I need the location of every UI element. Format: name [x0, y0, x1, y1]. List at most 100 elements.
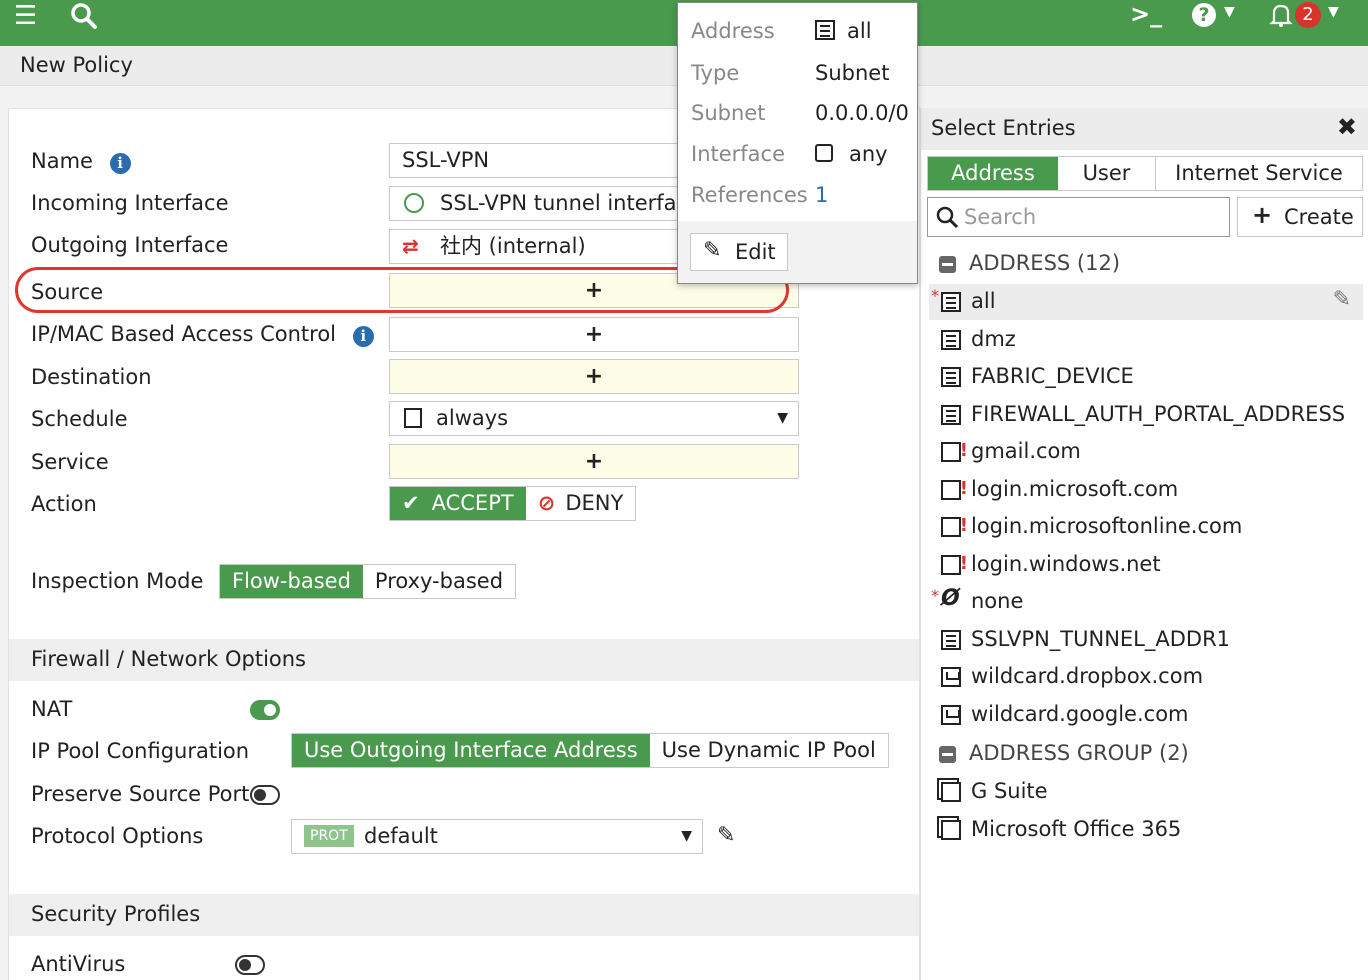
address-list-item[interactable]: FIREWALL_AUTH_PORTAL_ADDRESS — [929, 397, 1363, 433]
search-input[interactable]: Search — [927, 197, 1230, 237]
address-list-item-label: login.windows.net — [971, 551, 1161, 576]
popup-subnet-key: Subnet — [691, 101, 766, 125]
info-icon[interactable]: i — [109, 153, 131, 174]
tab-user[interactable]: User — [1058, 157, 1156, 190]
ip-pool-toggle: Use Outgoing Interface Address Use Dynam… — [291, 733, 889, 768]
deny-button[interactable]: ⊘ DENY — [526, 487, 636, 520]
schedule-label: Schedule — [31, 407, 128, 431]
pencil-icon: ✎ — [703, 238, 722, 263]
service-field[interactable]: + — [389, 444, 799, 479]
required-marker: * — [931, 586, 939, 605]
close-icon[interactable]: ✖ — [1337, 113, 1357, 141]
pencil-icon[interactable]: ✎ — [717, 823, 735, 848]
address-group-list-item[interactable]: G Suite — [929, 774, 1363, 810]
add-icon: + — [584, 322, 604, 347]
popup-references-key: References — [691, 183, 808, 207]
popup-address-key: Address — [691, 19, 775, 43]
entry-type-tabs: Address User Internet Service — [927, 156, 1363, 191]
accept-button[interactable]: ✔ ACCEPT — [390, 487, 526, 520]
proxy-based-button[interactable]: Proxy-based — [363, 565, 515, 598]
address-group-group-header[interactable]: ADDRESS GROUP (2) — [929, 736, 1363, 772]
select-entries-header: Select Entries ✖ — [921, 108, 1368, 150]
bell-icon[interactable] — [1268, 2, 1296, 30]
add-icon: + — [584, 449, 604, 474]
antivirus-label: AntiVirus — [31, 952, 126, 976]
wildcard-icon — [941, 704, 961, 725]
address-list-item-label: login.microsoft.com — [971, 476, 1179, 501]
tab-internet-service[interactable]: Internet Service — [1156, 157, 1362, 190]
address-list-item-label: wildcard.google.com — [971, 701, 1189, 726]
plus-icon: + — [1252, 201, 1273, 229]
pencil-icon[interactable]: ✎ — [1333, 287, 1351, 312]
use-dynamic-button[interactable]: Use Dynamic IP Pool — [650, 734, 888, 767]
chevron-down-icon[interactable]: ▼ — [1224, 4, 1235, 20]
address-group-list-item[interactable]: Microsoft Office 365 — [929, 812, 1363, 848]
popup-references-link[interactable]: 1 — [815, 183, 828, 207]
schedule-select[interactable]: always ▼ — [389, 401, 799, 436]
address-list-item-label: none — [971, 589, 1024, 613]
wildcard-icon — [941, 667, 961, 687]
protocol-options-value: default — [364, 824, 438, 848]
edit-button[interactable]: ✎ Edit — [690, 233, 788, 271]
address-group-list-item-label: Microsoft Office 365 — [971, 817, 1182, 841]
prot-badge: PROT — [304, 825, 354, 847]
address-list-item-label: wildcard.dropbox.com — [971, 664, 1204, 688]
ip-pool-label: IP Pool Configuration — [31, 739, 250, 763]
address-list-item[interactable]: * Ønone — [929, 584, 1363, 620]
address-list-item[interactable]: login.microsoft.com — [929, 472, 1363, 508]
deny-icon: ⊘ — [537, 491, 556, 515]
address-list-item[interactable]: login.windows.net — [929, 547, 1363, 583]
address-list-item[interactable]: dmz — [929, 322, 1363, 358]
protocol-options-label: Protocol Options — [31, 824, 204, 848]
antivirus-toggle[interactable] — [235, 955, 265, 975]
security-profiles-header: Security Profiles — [9, 894, 919, 936]
popup-subnet-value: 0.0.0.0/0 — [815, 101, 909, 125]
address-list-item[interactable]: gmail.com — [929, 434, 1363, 470]
help-icon[interactable]: ? — [1192, 3, 1216, 27]
popup-type-key: Type — [691, 61, 740, 85]
address-list-item[interactable]: * all ✎ — [929, 284, 1363, 320]
outgoing-interface-value: 社内 (internal) — [440, 234, 586, 258]
group-icon — [941, 782, 961, 802]
ipmac-field[interactable]: + — [389, 317, 799, 352]
add-icon: + — [584, 364, 604, 389]
shuffle-icon: ⇄ — [402, 234, 419, 258]
address-list-item[interactable]: FABRIC_DEVICE — [929, 359, 1363, 395]
interface-icon — [815, 144, 833, 162]
create-button[interactable]: + Create — [1237, 197, 1363, 237]
address-list-item-label: SSLVPN_TUNNEL_ADDR1 — [971, 626, 1231, 651]
calendar-icon — [404, 408, 422, 428]
flow-based-button[interactable]: Flow-based — [220, 565, 363, 598]
use-outgoing-button[interactable]: Use Outgoing Interface Address — [292, 734, 650, 767]
collapse-icon — [939, 746, 956, 763]
address-group-header[interactable]: ADDRESS (12) — [929, 246, 1363, 282]
highlight-outline — [15, 267, 789, 313]
nat-toggle[interactable] — [250, 700, 280, 720]
service-label: Service — [31, 450, 109, 474]
address-list-item[interactable]: login.microsoftonline.com — [929, 509, 1363, 545]
popup-interface-value: any — [815, 142, 888, 166]
address-list-item[interactable]: wildcard.google.com — [929, 697, 1363, 733]
address-icon — [941, 292, 961, 312]
tab-address[interactable]: Address — [928, 157, 1058, 190]
terminal-icon[interactable]: >_ — [1130, 0, 1162, 28]
preserve-port-toggle[interactable] — [250, 785, 280, 805]
info-icon[interactable]: i — [352, 326, 374, 347]
incoming-interface-value: SSL-VPN tunnel interface — [440, 191, 702, 215]
search-icon[interactable] — [70, 2, 100, 30]
popup-address-value: all — [815, 19, 872, 43]
destination-field[interactable]: + — [389, 359, 799, 394]
address-list-item[interactable]: SSLVPN_TUNNEL_ADDR1 — [929, 622, 1363, 658]
chevron-down-icon[interactable]: ▼ — [1328, 4, 1339, 20]
inspection-mode-label: Inspection Mode — [31, 569, 204, 593]
incoming-interface-label: Incoming Interface — [31, 191, 229, 215]
tunnel-icon — [404, 193, 424, 213]
page-title: New Policy — [20, 53, 133, 77]
address-list-item-label: login.microsoftonline.com — [971, 514, 1243, 538]
address-list-item[interactable]: wildcard.dropbox.com — [929, 659, 1363, 695]
address-list-item-label: gmail.com — [971, 439, 1081, 463]
protocol-options-select[interactable]: PROT default ▼ — [291, 819, 703, 854]
hamburger-icon[interactable]: ☰ — [14, 2, 37, 30]
popup-type-value: Subnet — [815, 61, 890, 85]
outgoing-interface-label: Outgoing Interface — [31, 233, 229, 257]
